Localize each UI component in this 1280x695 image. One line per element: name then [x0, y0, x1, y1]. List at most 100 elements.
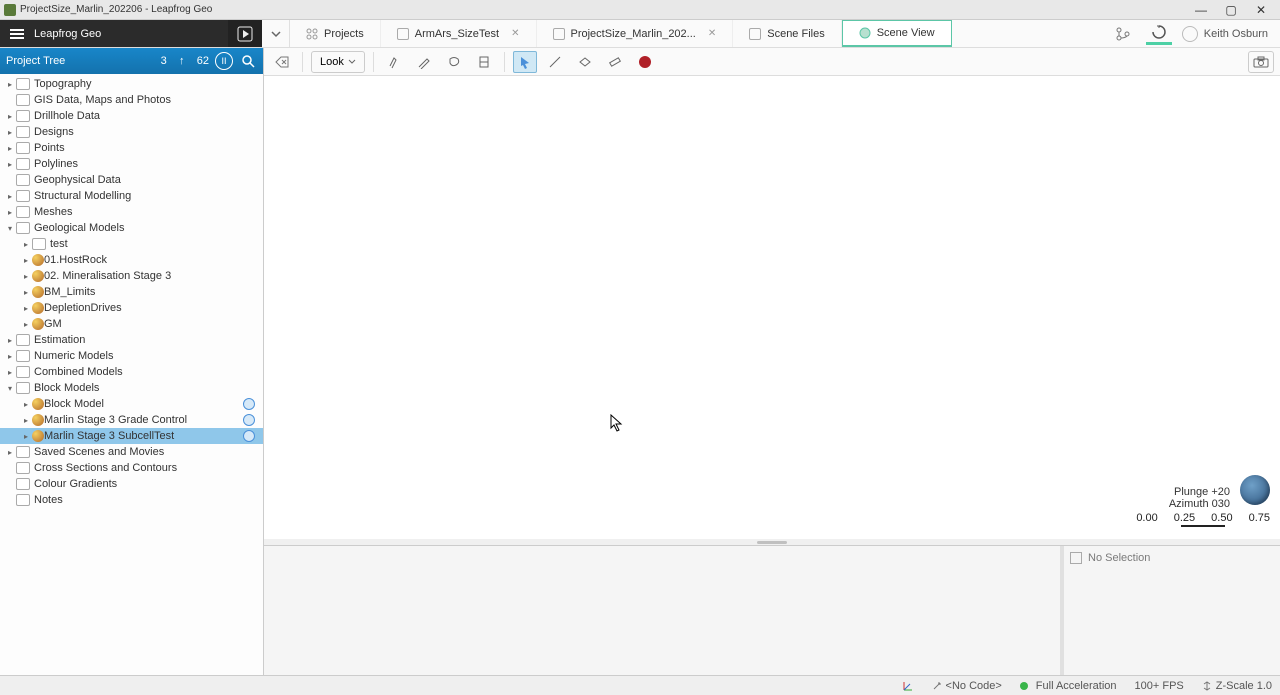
tool-record[interactable]	[633, 51, 657, 73]
minimize-button[interactable]: —	[1186, 1, 1216, 19]
expand-toggle[interactable]: ▸	[20, 400, 32, 409]
close-button[interactable]: ✕	[1246, 1, 1276, 19]
tree-node[interactable]: ▸ Numeric Models	[0, 348, 263, 364]
expand-toggle[interactable]: ▸	[4, 192, 16, 201]
zscale-status[interactable]: Z-Scale 1.0	[1202, 680, 1272, 692]
axis-indicator[interactable]	[902, 680, 914, 692]
expand-toggle[interactable]: ▾	[4, 384, 16, 393]
expand-toggle[interactable]: ▸	[4, 128, 16, 137]
tree-node[interactable]: ▸Structural Modelling	[0, 188, 263, 204]
tree-node[interactable]: ▸Meshes	[0, 204, 263, 220]
tree-node[interactable]: Colour Gradients	[0, 476, 263, 492]
tree-node[interactable]: ▸BM_Limits	[0, 284, 263, 300]
close-icon[interactable]: ✕	[708, 28, 716, 39]
tree-node[interactable]: ▸test	[0, 236, 263, 252]
tree-node[interactable]: ▸GM	[0, 316, 263, 332]
tree-node-label: Numeric Models	[34, 350, 113, 362]
tree-node[interactable]: Geophysical Data	[0, 172, 263, 188]
tab-projects[interactable]: Projects	[290, 20, 381, 47]
expand-toggle[interactable]: ▸	[4, 112, 16, 121]
tree-node[interactable]: ▸DepletionDrives	[0, 300, 263, 316]
acceleration-status[interactable]: Full Acceleration	[1020, 680, 1117, 692]
tree-node[interactable]: ▸01.HostRock	[0, 252, 263, 268]
hamburger-icon[interactable]	[10, 27, 24, 41]
clear-scene-button[interactable]	[270, 51, 294, 73]
tree-node[interactable]: ▸Estimation	[0, 332, 263, 348]
tree-node[interactable]: ▸ Block Model	[0, 396, 263, 412]
maximize-button[interactable]: ▢	[1216, 1, 1246, 19]
branch-icon[interactable]	[1110, 23, 1136, 45]
tree-node[interactable]: Cross Sections and Contours	[0, 460, 263, 476]
tree-node-label: Notes	[34, 494, 63, 506]
tree-node[interactable]: ▸02. Mineralisation Stage 3	[0, 268, 263, 284]
arrow-up-icon[interactable]: ↑	[173, 52, 191, 70]
expand-toggle[interactable]: ▸	[20, 288, 32, 297]
tool-lasso[interactable]	[442, 51, 466, 73]
expand-toggle[interactable]: ▸	[4, 352, 16, 361]
expand-toggle[interactable]: ▸	[4, 208, 16, 217]
tree-node[interactable]: ▸ Drillhole Data	[0, 108, 263, 124]
expand-toggle[interactable]: ▸	[4, 144, 16, 153]
tab-armars-sizetest[interactable]: ArmArs_SizeTest✕	[381, 20, 537, 47]
shape-list-panel[interactable]	[264, 546, 1064, 675]
tree-node-label: Block Model	[44, 398, 104, 410]
tree-node[interactable]: ▸Points	[0, 140, 263, 156]
tool-plane[interactable]	[573, 51, 597, 73]
close-icon[interactable]: ✕	[511, 28, 519, 39]
tool-edit[interactable]	[412, 51, 436, 73]
expand-toggle[interactable]: ▸	[4, 80, 16, 89]
compass-icon[interactable]	[1240, 475, 1270, 505]
tab-label: Scene View	[877, 27, 935, 39]
project-tree[interactable]: ▸TopographyGIS Data, Maps and Photos ▸ Dri…	[0, 74, 263, 675]
expand-toggle[interactable]: ▸	[20, 416, 32, 425]
tree-node[interactable]: ▾Geological Models	[0, 220, 263, 236]
pause-icon[interactable]: II	[215, 52, 233, 70]
scale-ticks: 0.000.250.500.75	[1136, 512, 1270, 524]
expand-toggle[interactable]: ▸	[4, 368, 16, 377]
sync-status-icon[interactable]	[1146, 23, 1172, 45]
tree-node[interactable]: Notes	[0, 492, 263, 508]
tree-node-label: Colour Gradients	[34, 478, 117, 490]
scene-viewport[interactable]: Plunge +20 Azimuth 030 0.000.250.500.75	[264, 76, 1280, 539]
expand-toggle[interactable]: ▸	[4, 160, 16, 169]
user-menu[interactable]: Keith Osburn	[1182, 26, 1268, 42]
tree-node-label: Drillhole Data	[34, 110, 100, 122]
play-button[interactable]	[228, 20, 262, 47]
look-dropdown[interactable]: Look	[311, 51, 365, 73]
expand-toggle[interactable]: ▸	[4, 336, 16, 345]
tree-node[interactable]: ▸Combined Models	[0, 364, 263, 380]
expand-toggle[interactable]: ▸	[20, 304, 32, 313]
tree-node[interactable]: ▸Designs	[0, 124, 263, 140]
screenshot-button[interactable]	[1248, 51, 1274, 73]
expand-toggle[interactable]: ▸	[20, 432, 32, 441]
tree-node[interactable]: ▾Block Models	[0, 380, 263, 396]
search-icon[interactable]	[239, 52, 257, 70]
tool-draw[interactable]	[543, 51, 567, 73]
tool-slicer[interactable]	[472, 51, 496, 73]
expand-toggle[interactable]: ▸	[20, 256, 32, 265]
tree-node[interactable]: ▸Topography	[0, 76, 263, 92]
folder-icon	[16, 206, 30, 218]
expand-toggle[interactable]: ▸	[20, 272, 32, 281]
expand-toggle[interactable]: ▸	[4, 448, 16, 457]
tool-pick[interactable]	[382, 51, 406, 73]
tool-ruler[interactable]	[603, 51, 627, 73]
tab-scene-files[interactable]: Scene Files	[733, 20, 841, 47]
tree-node[interactable]: GIS Data, Maps and Photos	[0, 92, 263, 108]
tab-label: Projects	[324, 28, 364, 40]
expand-toggle[interactable]: ▸	[20, 320, 32, 329]
expand-toggle[interactable]: ▾	[4, 224, 16, 233]
tree-node[interactable]: ▸ Saved Scenes and Movies	[0, 444, 263, 460]
tree-node[interactable]: ▸Marlin Stage 3 SubcellTest	[0, 428, 263, 444]
tree-node[interactable]: ▸Polylines	[0, 156, 263, 172]
tree-node-label: Saved Scenes and Movies	[34, 446, 164, 458]
tree-node[interactable]: ▸Marlin Stage 3 Grade Control	[0, 412, 263, 428]
tab-projectsize-marlin-202-[interactable]: ProjectSize_Marlin_202...✕	[537, 20, 734, 47]
expand-toggle[interactable]: ▸	[20, 240, 32, 249]
no-code-status[interactable]: <No Code>	[932, 680, 1002, 692]
tab-scene-view[interactable]: Scene View	[842, 20, 952, 47]
folder-icon	[16, 462, 30, 474]
tab-history-dropdown[interactable]	[262, 20, 290, 47]
fps-status[interactable]: 100+ FPS	[1135, 680, 1184, 692]
tool-select[interactable]	[513, 51, 537, 73]
